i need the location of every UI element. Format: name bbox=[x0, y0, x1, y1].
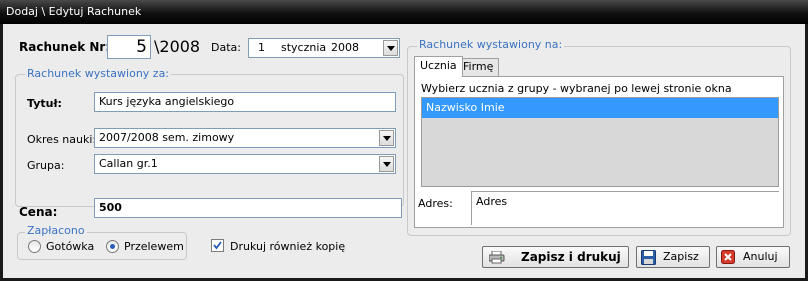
window-titlebar[interactable]: Dodaj \ Edytuj Rachunek bbox=[0, 0, 808, 24]
address-label: Adres: bbox=[418, 197, 453, 210]
dialog-body: Rachunek Nr: 5 \2008 Data: 1 stycznia 20… bbox=[0, 24, 808, 281]
group-value: Callan gr.1 bbox=[99, 157, 158, 170]
floppy-disk-icon bbox=[641, 250, 656, 265]
chevron-down-icon bbox=[387, 46, 395, 51]
title-label: Tytuł: bbox=[27, 97, 62, 110]
cancel-label: Anuluj bbox=[743, 250, 778, 263]
price-input[interactable]: 500 bbox=[94, 198, 402, 218]
date-picker[interactable]: 1 stycznia 2008 bbox=[248, 38, 400, 58]
date-label: Data: bbox=[211, 41, 241, 54]
chevron-down-icon bbox=[383, 136, 391, 141]
save-label: Zapisz bbox=[663, 250, 699, 263]
invoice-number-label: Rachunek Nr: bbox=[19, 40, 111, 54]
tab-company[interactable]: Firmę bbox=[457, 58, 500, 76]
list-item[interactable]: Nazwisko Imie bbox=[422, 98, 778, 118]
address-field[interactable]: Adres bbox=[471, 191, 779, 225]
save-print-button[interactable]: Zapisz i drukuj bbox=[482, 246, 629, 268]
date-month: stycznia bbox=[281, 41, 327, 54]
transfer-label: Przelewem bbox=[124, 240, 184, 253]
cash-label: Gotówka bbox=[46, 240, 95, 253]
invoice-number-suffix: \2008 bbox=[154, 37, 201, 56]
period-label: Okres nauki: bbox=[27, 133, 97, 146]
cancel-button[interactable]: Anuluj bbox=[716, 246, 790, 268]
tab-student[interactable]: Ucznia bbox=[414, 56, 463, 77]
cash-radio[interactable] bbox=[28, 240, 41, 253]
printer-icon bbox=[489, 251, 505, 264]
window-title: Dodaj \ Edytuj Rachunek bbox=[6, 5, 142, 18]
student-list[interactable]: Nazwisko Imie bbox=[421, 97, 779, 187]
title-input[interactable]: Kurs języka angielskiego bbox=[94, 92, 396, 112]
student-tab-panel: Wybierz ucznia z grupy - wybranej po lew… bbox=[414, 76, 784, 228]
invoice-number-input[interactable]: 5 bbox=[107, 35, 151, 59]
date-year: 2008 bbox=[331, 41, 359, 54]
chevron-down-icon bbox=[383, 162, 391, 167]
save-button[interactable]: Zapisz bbox=[636, 246, 710, 268]
date-day: 1 bbox=[258, 41, 265, 54]
price-label: Cena: bbox=[19, 205, 58, 219]
group-dropdown-button[interactable] bbox=[379, 156, 394, 172]
checkmark-icon bbox=[213, 241, 222, 250]
date-dropdown-button[interactable] bbox=[383, 40, 398, 56]
address-value: Adres bbox=[476, 195, 508, 208]
issued-for-legend: Rachunek wystawiony za: bbox=[25, 67, 172, 81]
print-copy-label: Drukuj również kopię bbox=[230, 240, 346, 253]
issued-to-legend: Rachunek wystawiony na: bbox=[417, 38, 565, 52]
print-copy-checkbox[interactable] bbox=[211, 239, 224, 252]
list-item-label: Nazwisko Imie bbox=[426, 101, 505, 114]
period-value: 2007/2008 sem. zimowy bbox=[99, 131, 235, 144]
cancel-icon bbox=[721, 250, 735, 264]
group-label: Grupa: bbox=[27, 159, 65, 172]
group-select[interactable]: Callan gr.1 bbox=[94, 154, 396, 174]
period-dropdown-button[interactable] bbox=[379, 130, 394, 146]
period-select[interactable]: 2007/2008 sem. zimowy bbox=[94, 128, 396, 148]
paid-legend: Zapłacono bbox=[25, 224, 87, 238]
save-print-label: Zapisz i drukuj bbox=[521, 250, 621, 264]
student-hint: Wybierz ucznia z grupy - wybranej po lew… bbox=[421, 82, 732, 95]
transfer-radio[interactable] bbox=[106, 240, 119, 253]
